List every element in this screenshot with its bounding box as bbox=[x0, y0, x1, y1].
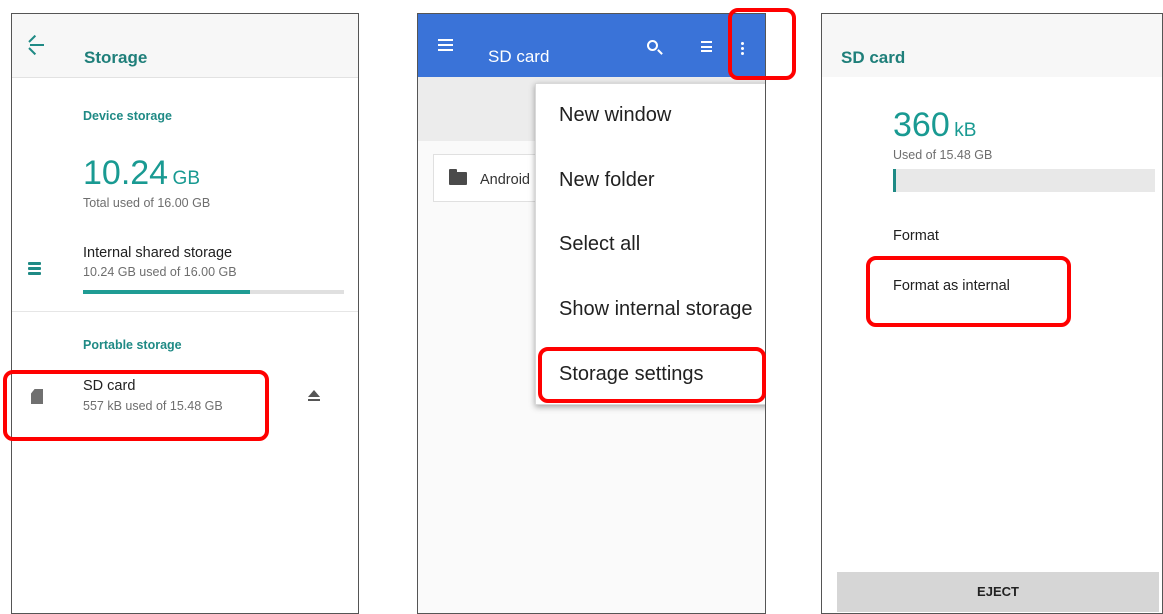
storage-icon bbox=[28, 262, 41, 276]
menu-item-new-folder[interactable]: New folder bbox=[559, 169, 655, 192]
storage-title: Storage bbox=[84, 48, 148, 67]
highlight-more-options bbox=[728, 8, 796, 80]
internal-storage-bar-fill bbox=[83, 290, 251, 294]
device-used-amount: 10.24 GB bbox=[83, 154, 200, 192]
format-option[interactable]: Format bbox=[893, 228, 939, 244]
highlight-storage-settings bbox=[538, 347, 766, 403]
sd-card-app-bar: SD card bbox=[822, 14, 1162, 77]
files-title: SD card bbox=[488, 47, 550, 66]
sd-usage-bar bbox=[893, 169, 1155, 192]
highlight-format-as-internal bbox=[866, 256, 1071, 327]
internal-storage-title: Internal shared storage bbox=[83, 245, 233, 261]
files-toolbar: SD card bbox=[418, 14, 765, 77]
files-screen: SD card Android New window New folder Se… bbox=[417, 13, 766, 614]
sd-usage-bar-fill bbox=[893, 169, 896, 192]
device-used-caption: Total used of 16.00 GB bbox=[83, 196, 211, 210]
eject-button[interactable]: EJECT bbox=[837, 572, 1159, 612]
internal-storage-subtitle: 10.24 GB used of 16.00 GB bbox=[83, 265, 237, 279]
list-view-icon[interactable] bbox=[698, 41, 712, 52]
back-arrow-icon[interactable] bbox=[30, 44, 44, 46]
section-divider bbox=[12, 311, 358, 312]
sd-used-amount: 360 kB bbox=[893, 106, 977, 144]
hamburger-menu-icon[interactable] bbox=[438, 39, 453, 51]
storage-app-bar: Storage bbox=[12, 14, 358, 78]
sd-card-detail-title: SD card bbox=[841, 48, 906, 67]
highlight-sd-card bbox=[3, 370, 269, 441]
folder-icon bbox=[449, 169, 467, 185]
menu-item-select-all[interactable]: Select all bbox=[559, 233, 640, 256]
sd-used-caption: Used of 15.48 GB bbox=[893, 148, 993, 162]
storage-settings-screen: Storage Device storage 10.24 GB Total us… bbox=[11, 13, 359, 614]
eject-icon[interactable] bbox=[308, 390, 320, 402]
menu-item-new-window[interactable]: New window bbox=[559, 104, 671, 127]
device-storage-header: Device storage bbox=[83, 109, 172, 123]
internal-storage-bar bbox=[83, 290, 344, 294]
folder-label: Android bbox=[480, 172, 530, 188]
portable-storage-header: Portable storage bbox=[83, 338, 182, 352]
search-icon[interactable] bbox=[647, 40, 658, 51]
menu-item-show-internal-storage[interactable]: Show internal storage bbox=[559, 298, 752, 321]
